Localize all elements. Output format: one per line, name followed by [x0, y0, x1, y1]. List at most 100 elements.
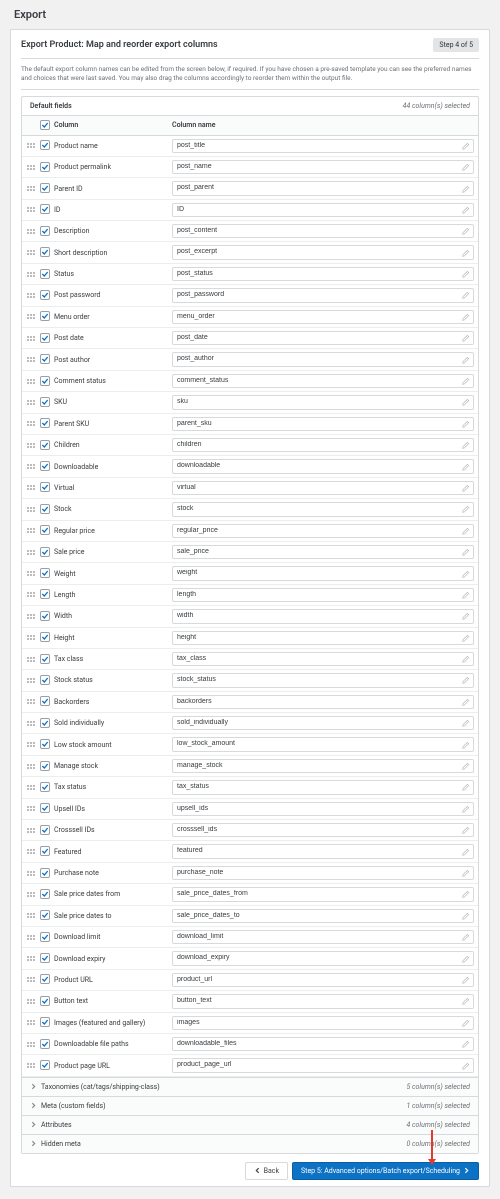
column-name-input[interactable]: [172, 930, 474, 944]
row-checkbox[interactable]: [40, 696, 50, 706]
drag-handle-icon[interactable]: [26, 718, 36, 728]
column-name-input[interactable]: [172, 631, 474, 645]
drag-handle-icon[interactable]: [26, 162, 36, 172]
drag-handle-icon[interactable]: [26, 782, 36, 792]
column-name-input[interactable]: [172, 267, 474, 281]
row-checkbox[interactable]: [40, 868, 50, 878]
column-name-input[interactable]: [172, 1058, 474, 1072]
row-checkbox[interactable]: [40, 504, 50, 514]
drag-handle-icon[interactable]: [26, 996, 36, 1006]
drag-handle-icon[interactable]: [26, 248, 36, 258]
column-name-input[interactable]: [172, 887, 474, 901]
drag-handle-icon[interactable]: [26, 675, 36, 685]
column-name-input[interactable]: [172, 459, 474, 473]
drag-handle-icon[interactable]: [26, 868, 36, 878]
row-checkbox[interactable]: [40, 1017, 50, 1027]
row-checkbox[interactable]: [40, 611, 50, 621]
drag-handle-icon[interactable]: [26, 547, 36, 557]
row-checkbox[interactable]: [40, 418, 50, 428]
drag-handle-icon[interactable]: [26, 312, 36, 322]
row-checkbox[interactable]: [40, 204, 50, 214]
drag-handle-icon[interactable]: [26, 397, 36, 407]
column-name-input[interactable]: [172, 909, 474, 923]
accordion-section[interactable]: Taxonomies (cat/tags/shipping-class)5 co…: [22, 1077, 478, 1096]
accordion-section[interactable]: Attributes4 column(s) selected: [22, 1115, 478, 1134]
row-checkbox[interactable]: [40, 932, 50, 942]
row-checkbox[interactable]: [40, 761, 50, 771]
drag-handle-icon[interactable]: [26, 611, 36, 621]
row-checkbox[interactable]: [40, 782, 50, 792]
row-checkbox[interactable]: [40, 953, 50, 963]
drag-handle-icon[interactable]: [26, 633, 36, 643]
row-checkbox[interactable]: [40, 718, 50, 728]
drag-handle-icon[interactable]: [26, 1039, 36, 1049]
row-checkbox[interactable]: [40, 632, 50, 642]
column-name-input[interactable]: [172, 160, 474, 174]
column-name-input[interactable]: [172, 609, 474, 623]
drag-handle-icon[interactable]: [26, 290, 36, 300]
column-name-input[interactable]: [172, 224, 474, 238]
column-name-input[interactable]: [172, 759, 474, 773]
accordion-section[interactable]: Meta (custom fields)1 column(s) selected: [22, 1096, 478, 1115]
next-step-button[interactable]: Step 5: Advanced options/Batch export/Sc…: [292, 1162, 479, 1180]
column-name-input[interactable]: [172, 438, 474, 452]
row-checkbox[interactable]: [40, 140, 50, 150]
drag-handle-icon[interactable]: [26, 590, 36, 600]
column-name-input[interactable]: [172, 802, 474, 816]
row-checkbox[interactable]: [40, 889, 50, 899]
drag-handle-icon[interactable]: [26, 440, 36, 450]
row-checkbox[interactable]: [40, 739, 50, 749]
drag-handle-icon[interactable]: [26, 761, 36, 771]
drag-handle-icon[interactable]: [26, 954, 36, 964]
column-name-input[interactable]: [172, 524, 474, 538]
row-checkbox[interactable]: [40, 825, 50, 835]
row-checkbox[interactable]: [40, 376, 50, 386]
row-checkbox[interactable]: [40, 247, 50, 257]
drag-handle-icon[interactable]: [26, 804, 36, 814]
column-name-input[interactable]: [172, 951, 474, 965]
row-checkbox[interactable]: [40, 183, 50, 193]
drag-handle-icon[interactable]: [26, 376, 36, 386]
row-checkbox[interactable]: [40, 290, 50, 300]
column-name-input[interactable]: [172, 673, 474, 687]
row-checkbox[interactable]: [40, 226, 50, 236]
column-name-input[interactable]: [172, 866, 474, 880]
column-name-input[interactable]: [172, 245, 474, 259]
back-button[interactable]: Back: [245, 1162, 288, 1180]
row-checkbox[interactable]: [40, 547, 50, 557]
drag-handle-icon[interactable]: [26, 847, 36, 857]
column-name-input[interactable]: [172, 417, 474, 431]
drag-handle-icon[interactable]: [26, 269, 36, 279]
column-name-input[interactable]: [172, 588, 474, 602]
row-checkbox[interactable]: [40, 996, 50, 1006]
column-name-input[interactable]: [172, 139, 474, 153]
select-all-checkbox[interactable]: [40, 120, 50, 130]
column-name-input[interactable]: [172, 203, 474, 217]
drag-handle-icon[interactable]: [26, 740, 36, 750]
column-name-input[interactable]: [172, 395, 474, 409]
column-name-input[interactable]: [172, 1016, 474, 1030]
column-name-input[interactable]: [172, 1037, 474, 1051]
row-checkbox[interactable]: [40, 269, 50, 279]
column-name-input[interactable]: [172, 181, 474, 195]
drag-handle-icon[interactable]: [26, 526, 36, 536]
drag-handle-icon[interactable]: [26, 889, 36, 899]
drag-handle-icon[interactable]: [26, 205, 36, 215]
row-checkbox[interactable]: [40, 589, 50, 599]
row-checkbox[interactable]: [40, 311, 50, 321]
column-name-input[interactable]: [172, 374, 474, 388]
column-name-input[interactable]: [172, 823, 474, 837]
row-checkbox[interactable]: [40, 440, 50, 450]
column-name-input[interactable]: [172, 844, 474, 858]
row-checkbox[interactable]: [40, 525, 50, 535]
drag-handle-icon[interactable]: [26, 226, 36, 236]
drag-handle-icon[interactable]: [26, 141, 36, 151]
row-checkbox[interactable]: [40, 333, 50, 343]
drag-handle-icon[interactable]: [26, 697, 36, 707]
drag-handle-icon[interactable]: [26, 419, 36, 429]
column-name-input[interactable]: [172, 502, 474, 516]
row-checkbox[interactable]: [40, 803, 50, 813]
column-name-input[interactable]: [172, 737, 474, 751]
column-name-input[interactable]: [172, 994, 474, 1008]
column-name-input[interactable]: [172, 780, 474, 794]
